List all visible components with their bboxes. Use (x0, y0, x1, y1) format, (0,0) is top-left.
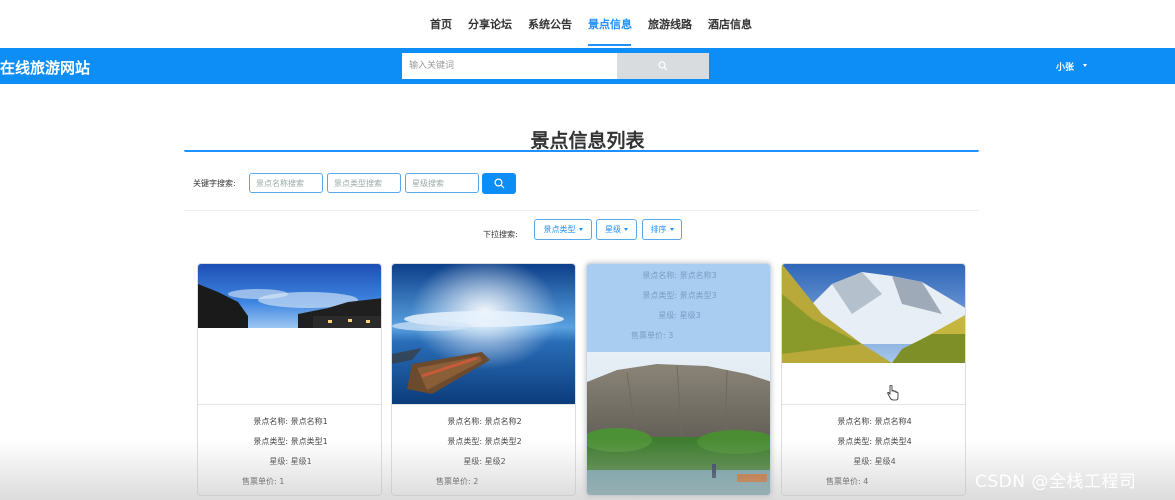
level-dropdown-label: 星级 (605, 225, 621, 234)
card-divider (198, 404, 381, 405)
attraction-price: 售票单价: 1 (242, 477, 285, 486)
top-nav: 首页 分享论坛 系统公告 景点信息 旅游线路 酒店信息 (0, 0, 1175, 48)
attraction-price: 售票单价: 2 (436, 477, 479, 486)
attraction-price: 售票单价: 3 (631, 331, 674, 340)
card-info: 景点名称: 景点名称2 景点类型: 景点类型2 星级: 星级2 售票单价: 2 (392, 412, 575, 492)
attraction-name: 景点名称: 景点名称2 (447, 417, 522, 426)
attraction-type: 景点类型: 景点类型2 (447, 437, 522, 446)
chevron-down-icon (624, 228, 628, 231)
attraction-name: 景点名称: 景点名称1 (253, 417, 328, 426)
divider (184, 210, 979, 211)
attraction-level: 星级: 星级1 (269, 457, 312, 466)
card-divider (392, 404, 575, 405)
keyword-search-button[interactable] (482, 173, 516, 194)
card-info: 景点名称: 景点名称4 景点类型: 景点类型4 星级: 星级4 售票单价: 4 (782, 412, 965, 492)
type-search-input[interactable] (327, 173, 401, 193)
title-underline (184, 150, 979, 152)
attraction-name: 景点名称: 景点名称4 (837, 417, 912, 426)
attraction-level: 星级: 星级4 (853, 457, 896, 466)
attraction-image (782, 264, 965, 363)
card-divider (782, 404, 965, 405)
attraction-name: 景点名称: 景点名称3 (642, 271, 717, 280)
nav-home[interactable]: 首页 (430, 16, 452, 32)
keyword-search-label: 关键字搜索: (193, 179, 236, 188)
attraction-image (198, 264, 381, 328)
level-dropdown[interactable]: 星级 (596, 219, 637, 240)
nav-hotels[interactable]: 酒店信息 (708, 16, 752, 32)
attraction-image (392, 264, 575, 405)
attraction-card[interactable]: 景点名称: 景点名称3 景点类型: 景点类型3 星级: 星级3 售票单价: 3 (586, 263, 771, 496)
nav-forum[interactable]: 分享论坛 (468, 16, 512, 32)
card-hover-overlay: 景点名称: 景点名称3 景点类型: 景点类型3 星级: 星级3 售票单价: 3 (587, 264, 770, 352)
page-title: 景点信息列表 (530, 130, 645, 152)
attraction-image (587, 352, 770, 495)
nav-active-indicator (588, 44, 631, 46)
card-info: 景点名称: 景点名称1 景点类型: 景点类型1 星级: 星级1 售票单价: 1 (198, 412, 381, 492)
sort-dropdown[interactable]: 排序 (642, 219, 682, 240)
level-search-input[interactable] (405, 173, 479, 193)
chevron-down-icon[interactable] (1083, 64, 1087, 67)
hand-cursor-icon (887, 385, 899, 401)
search-icon (493, 178, 504, 189)
attraction-card[interactable]: 景点名称: 景点名称2 景点类型: 景点类型2 星级: 星级2 售票单价: 2 (391, 263, 576, 496)
site-title[interactable]: 在线旅游网站 (0, 57, 90, 78)
search-input[interactable] (402, 53, 617, 79)
attraction-level: 星级: 星级3 (658, 311, 701, 320)
watermark: CSDN @全栈工程司 (975, 472, 1137, 492)
attraction-card[interactable]: 景点名称: 景点名称4 景点类型: 景点类型4 星级: 星级4 售票单价: 4 (781, 263, 966, 496)
sort-dropdown-label: 排序 (650, 225, 667, 234)
nav-attractions[interactable]: 景点信息 (588, 16, 632, 32)
attraction-type: 景点类型: 景点类型1 (253, 437, 328, 446)
header-bar: 在线旅游网站 小张 (0, 48, 1175, 84)
type-dropdown-label: 景点类型 (543, 225, 576, 234)
name-search-input[interactable] (249, 173, 323, 193)
chevron-down-icon (669, 228, 674, 231)
nav-announcements[interactable]: 系统公告 (528, 16, 572, 32)
attraction-price: 售票单价: 4 (826, 477, 869, 486)
nav-routes[interactable]: 旅游线路 (648, 16, 692, 32)
user-menu[interactable]: 小张 (1056, 60, 1074, 73)
dropdown-search-label: 下拉搜索: (483, 230, 518, 239)
attraction-type: 景点类型: 景点类型4 (837, 437, 912, 446)
attraction-card[interactable]: 景点名称: 景点名称1 景点类型: 景点类型1 星级: 星级1 售票单价: 1 (197, 263, 382, 496)
attraction-level: 星级: 星级2 (463, 457, 506, 466)
search-button[interactable] (617, 53, 709, 79)
chevron-down-icon (578, 228, 583, 231)
attraction-type: 景点类型: 景点类型3 (642, 291, 717, 300)
type-dropdown[interactable]: 景点类型 (534, 219, 592, 240)
search-icon (658, 61, 668, 71)
